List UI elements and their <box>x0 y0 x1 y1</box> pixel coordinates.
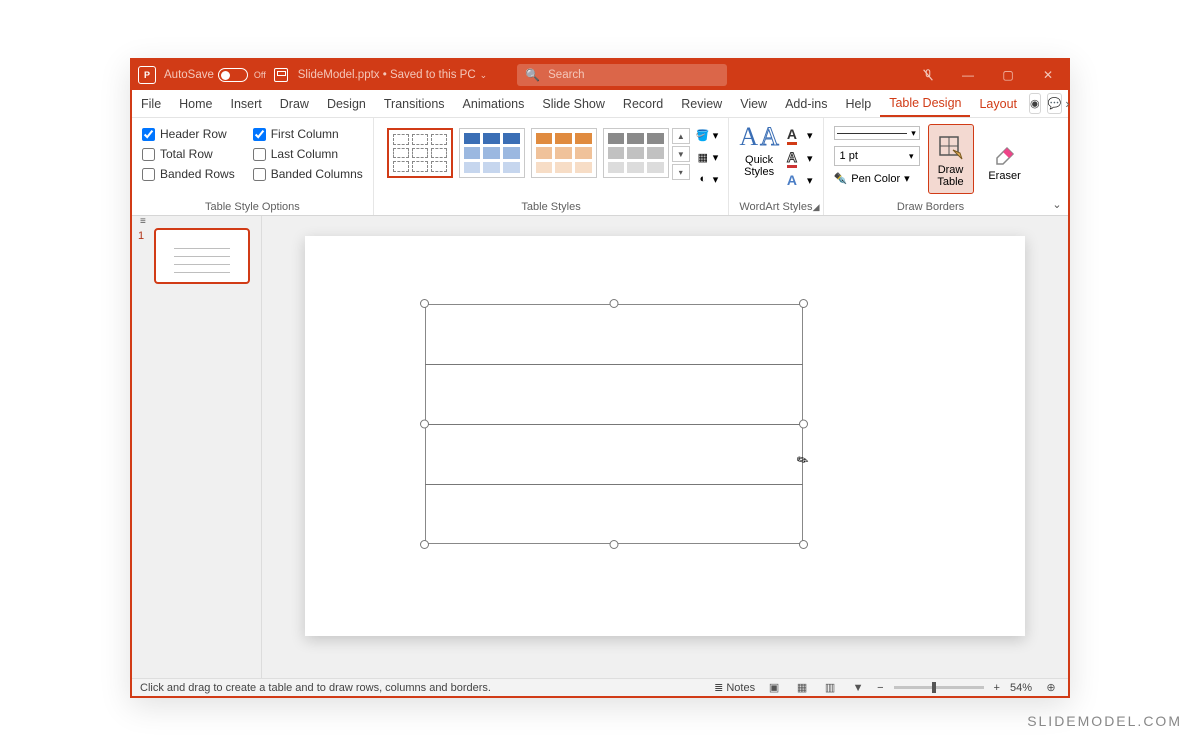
tab-table-design[interactable]: Table Design <box>880 90 970 117</box>
effects-icon: ◐ <box>696 172 710 186</box>
recording-indicator-button[interactable]: ◉ <box>1029 93 1041 114</box>
text-outline-button[interactable]: A ▾ <box>787 149 813 168</box>
tab-review[interactable]: Review <box>672 90 731 117</box>
zoom-percent[interactable]: 54% <box>1010 682 1032 694</box>
mic-button[interactable] <box>908 60 948 90</box>
text-fill-button[interactable]: A ▾ <box>787 126 813 145</box>
slide-number: 1 <box>138 230 144 242</box>
table-object[interactable]: ✎ <box>425 304 803 544</box>
slide-canvas[interactable]: ✎ <box>305 236 1025 636</box>
zoom-slider[interactable] <box>894 686 984 689</box>
notes-button[interactable]: ≣Notes <box>714 681 755 694</box>
tab-file[interactable]: File <box>132 90 170 117</box>
save-icon[interactable] <box>274 68 288 82</box>
pen-icon: ✒️ <box>834 172 848 185</box>
text-effects-button[interactable]: A ▾ <box>787 172 813 188</box>
gallery-scroll[interactable]: ▲▼▾ <box>672 128 690 182</box>
minimize-button[interactable]: — <box>948 60 988 90</box>
borders-icon: ▦ <box>696 150 710 164</box>
status-hint: Click and drag to create a table and to … <box>140 682 491 694</box>
autosave-label: AutoSave <box>164 69 214 81</box>
draw-table-icon <box>937 134 965 162</box>
bucket-icon: 🪣 <box>696 128 710 142</box>
shading-button[interactable]: 🪣▾ <box>696 128 719 142</box>
slide-thumbnails-panel[interactable]: 1 <box>132 216 262 678</box>
ribbon: Header Row Total Row Banded Rows First C… <box>132 118 1068 216</box>
fit-to-window-button[interactable]: ⊕ <box>1042 681 1060 695</box>
workspace: ≡ 1 <box>132 216 1068 678</box>
title-bar: P AutoSave Off SlideModel.pptx • Saved t… <box>132 60 1068 90</box>
comments-button[interactable]: 💬 <box>1047 93 1063 114</box>
table-style-3[interactable] <box>531 128 597 178</box>
check-banded-columns[interactable]: Banded Columns <box>253 167 363 181</box>
table-style-4[interactable] <box>603 128 669 178</box>
effects-button[interactable]: ◐▾ <box>696 172 719 186</box>
zoom-out-button[interactable]: − <box>877 682 883 694</box>
eraser-icon <box>991 140 1019 168</box>
app-window: P AutoSave Off SlideModel.pptx • Saved t… <box>130 58 1070 698</box>
group-draw-borders: ▾ 1 pt▾ ✒️Pen Color ▾ Draw Table Eraser … <box>824 118 1038 215</box>
slide-canvas-area[interactable]: ✎ <box>262 216 1068 678</box>
qat-overflow-icon[interactable]: ≡ <box>140 216 146 227</box>
group-label: Draw Borders <box>834 199 1028 213</box>
close-button[interactable]: ✕ <box>1028 60 1068 90</box>
tab-layout[interactable]: Layout <box>970 90 1026 117</box>
tab-transitions[interactable]: Transitions <box>375 90 454 117</box>
powerpoint-icon: P <box>138 66 156 84</box>
eraser-button[interactable]: Eraser <box>982 124 1028 194</box>
reading-view-button[interactable]: ▥ <box>821 681 839 695</box>
pen-color-button[interactable]: ✒️Pen Color ▾ <box>834 172 920 185</box>
slideshow-view-button[interactable]: ▼ <box>849 681 867 695</box>
group-table-styles: ▲▼▾ 🪣▾ ▦▾ ◐▾ Table Styles <box>374 118 730 215</box>
tab-record[interactable]: Record <box>614 90 672 117</box>
normal-view-button[interactable]: ▣ <box>765 681 783 695</box>
check-last-column[interactable]: Last Column <box>253 147 363 161</box>
check-header-row[interactable]: Header Row <box>142 127 235 141</box>
ribbon-tabs: File Home Insert Draw Design Transitions… <box>132 90 1068 118</box>
borders-button[interactable]: ▦▾ <box>696 150 719 164</box>
quick-styles-button[interactable]: AA Quick Styles <box>739 124 779 178</box>
group-label: WordArt Styles <box>739 199 812 213</box>
dialog-launcher-icon[interactable]: ◢ <box>813 202 820 213</box>
group-wordart-styles: AA Quick Styles A ▾ A ▾ A ▾ WordArt Styl… <box>729 118 823 215</box>
group-label: Table Styles <box>384 199 719 213</box>
search-input[interactable]: 🔍 Search <box>517 64 727 86</box>
tab-help[interactable]: Help <box>836 90 880 117</box>
tab-view[interactable]: View <box>731 90 776 117</box>
tab-design[interactable]: Design <box>318 90 375 117</box>
pen-weight-select[interactable]: 1 pt▾ <box>834 146 920 166</box>
maximize-button[interactable]: ▢ <box>988 60 1028 90</box>
tab-addins[interactable]: Add-ins <box>776 90 836 117</box>
tab-slide-show[interactable]: Slide Show <box>533 90 614 117</box>
check-first-column[interactable]: First Column <box>253 127 363 141</box>
tab-insert[interactable]: Insert <box>222 90 271 117</box>
group-table-style-options: Header Row Total Row Banded Rows First C… <box>132 118 374 215</box>
status-bar: Click and drag to create a table and to … <box>132 678 1068 696</box>
attribution-watermark: SLIDEMODEL.COM <box>1027 713 1182 729</box>
zoom-in-button[interactable]: + <box>994 682 1000 694</box>
tab-animations[interactable]: Animations <box>454 90 534 117</box>
draw-table-button[interactable]: Draw Table <box>928 124 974 194</box>
pen-style-select[interactable]: ▾ <box>834 126 920 140</box>
notes-icon: ≣ <box>714 681 723 694</box>
slide-thumbnail-1[interactable] <box>154 228 250 284</box>
collapse-ribbon-button[interactable]: ⌄ <box>1046 198 1068 211</box>
table-style-1[interactable] <box>387 128 453 178</box>
table-style-2[interactable] <box>459 128 525 178</box>
tab-home[interactable]: Home <box>170 90 221 117</box>
check-total-row[interactable]: Total Row <box>142 147 235 161</box>
slide-sorter-button[interactable]: ▦ <box>793 681 811 695</box>
tab-draw[interactable]: Draw <box>271 90 318 117</box>
document-title[interactable]: SlideModel.pptx • Saved to this PC⌄ <box>298 69 487 81</box>
search-icon: 🔍 <box>525 68 540 82</box>
chevron-down-icon: ⌄ <box>480 70 488 80</box>
group-label: Table Style Options <box>142 199 363 213</box>
autosave-state: Off <box>254 70 266 80</box>
autosave-toggle[interactable] <box>218 68 248 82</box>
check-banded-rows[interactable]: Banded Rows <box>142 167 235 181</box>
tabs-overflow-button[interactable]: › <box>1065 90 1069 117</box>
